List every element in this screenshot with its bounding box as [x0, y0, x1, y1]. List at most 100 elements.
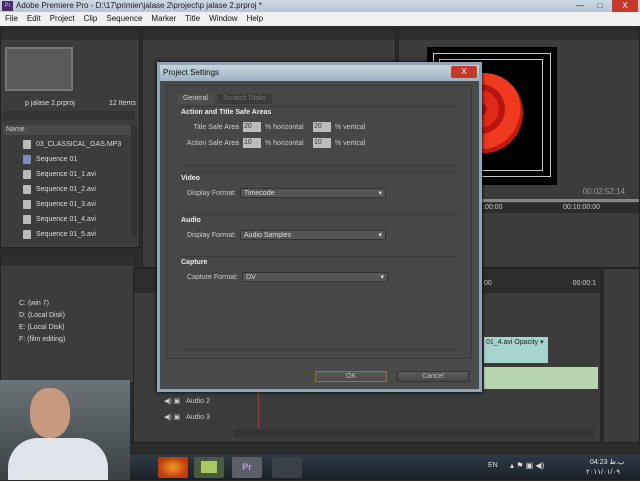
- source-tabs[interactable]: [143, 29, 395, 40]
- firefox-icon[interactable]: [158, 457, 188, 478]
- media-browser-panel: C: (win 7) D: (Local Disk) E: (Local Dis…: [0, 254, 135, 384]
- capture-format-label: Capture Format:: [187, 273, 238, 281]
- display-format-label: Display Format:: [187, 231, 237, 239]
- list-item[interactable]: Sequence 01_2.avi: [3, 182, 131, 197]
- menu-edit[interactable]: Edit: [27, 12, 41, 26]
- unit-label: % horizontal: [265, 123, 304, 131]
- camtasia-icon[interactable]: [272, 457, 302, 478]
- item-label: Sequence 01: [36, 156, 78, 163]
- menu-window[interactable]: Window: [209, 12, 237, 26]
- drive-item[interactable]: F: (film editing): [1, 334, 134, 346]
- dialog-body: General Scratch Disks Action and Title S…: [166, 85, 472, 359]
- premiere-taskbar-button[interactable]: Pr: [232, 457, 262, 478]
- list-item[interactable]: Sequence 01_3.avi: [3, 197, 131, 212]
- presenter-shirt: [8, 438, 108, 480]
- action-safe-label: Action Safe Area: [186, 139, 239, 147]
- clock-date[interactable]: ۲۰۱۱/۰۱/۰۹: [586, 468, 620, 476]
- notes-app-icon[interactable]: [194, 457, 224, 478]
- list-item[interactable]: Sequence 01_4.avi: [3, 212, 131, 227]
- group-title: Audio: [181, 217, 201, 224]
- speaker-icon[interactable]: ◀) ▣: [164, 398, 182, 405]
- timeline-scrollbar[interactable]: [234, 429, 594, 437]
- tab-scratch-disks[interactable]: Scratch Disks: [217, 94, 272, 104]
- group-title: Video: [181, 175, 200, 182]
- unit-label: % horizontal: [265, 139, 304, 147]
- name-column-header[interactable]: Name: [3, 125, 133, 135]
- menu-bar: File Edit Project Clip Sequence Marker T…: [0, 12, 640, 26]
- title-safe-horizontal-input[interactable]: 20: [243, 122, 261, 132]
- dialog-close-button[interactable]: X: [451, 66, 477, 78]
- dialog-title: Project Settings: [160, 65, 479, 81]
- track-audio-3: ◀) ▣ Audio 3: [164, 413, 210, 421]
- ruler-mid: 00:10:00:00: [563, 204, 600, 211]
- playhead[interactable]: [258, 389, 259, 429]
- ok-button[interactable]: OK: [315, 371, 387, 382]
- item-label: Sequence 01_4.avi: [36, 216, 96, 223]
- video-file-icon: [23, 230, 31, 239]
- clip-effect-menu[interactable]: Opacity ▾: [514, 339, 543, 346]
- audio-clip[interactable]: [484, 367, 598, 389]
- video-file-icon: [23, 170, 31, 179]
- item-label: 03_CLASSICAL_GAS.MP3: [36, 141, 122, 148]
- minimize-button[interactable]: —: [570, 0, 590, 12]
- title-safe-vertical-input[interactable]: 20: [313, 122, 331, 132]
- tray-icons[interactable]: ▴ ⚑ ▣ ◀): [510, 461, 544, 470]
- display-format-label: Display Format:: [187, 189, 237, 197]
- capture-group: Capture Capture Format: DV: [181, 256, 459, 350]
- unit-label: % vertical: [335, 139, 366, 147]
- project-tabs[interactable]: [1, 29, 139, 40]
- audio-group: Audio Display Format: Audio Samples: [181, 214, 459, 243]
- item-label: Sequence 01_5.avi: [36, 231, 96, 238]
- preview-thumbnail: [5, 47, 73, 91]
- action-safe-horizontal-input[interactable]: 10: [243, 138, 261, 148]
- close-button[interactable]: X: [612, 0, 638, 12]
- webcam-overlay: [0, 380, 130, 480]
- video-clip[interactable]: 01_4.avi Opacity ▾: [484, 337, 548, 363]
- program-tabs[interactable]: [399, 29, 639, 40]
- video-group: Video Display Format: Timecode: [181, 172, 459, 201]
- tab-general[interactable]: General: [177, 94, 214, 104]
- item-count: 12 Items: [109, 100, 136, 107]
- clip-name: 01_4.avi: [486, 339, 513, 346]
- video-file-icon: [23, 185, 31, 194]
- project-settings-dialog: Project Settings X General Scratch Disks…: [157, 62, 482, 392]
- action-safe-vertical-input[interactable]: 10: [313, 138, 331, 148]
- menu-title[interactable]: Title: [185, 12, 200, 26]
- track-label: Audio 2: [186, 398, 210, 405]
- audio-display-format-select[interactable]: Audio Samples: [240, 230, 387, 240]
- cancel-button[interactable]: Cancel: [397, 371, 469, 382]
- language-indicator[interactable]: EN: [488, 462, 498, 469]
- drive-item[interactable]: D: (Local Disk): [1, 310, 134, 322]
- search-bar[interactable]: [3, 111, 135, 120]
- item-label: Sequence 01_3.avi: [36, 201, 96, 208]
- list-item[interactable]: Sequence 01_1.avi: [3, 167, 131, 182]
- menu-file[interactable]: File: [5, 12, 18, 26]
- media-tabs[interactable]: [1, 255, 134, 266]
- clock-time[interactable]: 04:23 ب.ظ: [590, 458, 624, 466]
- list-item[interactable]: 03_CLASSICAL_GAS.MP3: [3, 137, 131, 152]
- sequence-icon: [23, 155, 31, 164]
- audio-file-icon: [23, 140, 31, 149]
- group-title: Action and Title Safe Areas: [181, 109, 272, 116]
- unit-label: % vertical: [335, 123, 366, 131]
- menu-project[interactable]: Project: [50, 12, 75, 26]
- capture-format-select[interactable]: DV: [241, 272, 388, 282]
- drive-item[interactable]: C: (win 7): [1, 298, 134, 310]
- maximize-button[interactable]: □: [590, 0, 610, 12]
- drive-item[interactable]: E: (Local Disk): [1, 322, 134, 334]
- menu-help[interactable]: Help: [247, 12, 263, 26]
- drive-list: C: (win 7) D: (Local Disk) E: (Local Dis…: [1, 298, 134, 346]
- list-item[interactable]: Sequence 01: [3, 152, 131, 167]
- video-display-format-select[interactable]: Timecode: [240, 188, 387, 198]
- menu-marker[interactable]: Marker: [151, 12, 176, 26]
- program-timecode: 00:02:52:14: [582, 187, 625, 196]
- project-scrollbar[interactable]: [131, 125, 137, 237]
- safe-areas-group: Action and Title Safe Areas Title Safe A…: [181, 106, 459, 166]
- list-item[interactable]: Sequence 01_5.avi: [3, 227, 131, 242]
- speaker-icon[interactable]: ◀) ▣: [164, 414, 182, 421]
- menu-clip[interactable]: Clip: [84, 12, 98, 26]
- window-title: Adobe Premiere Pro - D:\17\primier\jalas…: [16, 1, 262, 10]
- menu-sequence[interactable]: Sequence: [106, 12, 142, 26]
- track-label: Audio 3: [186, 414, 210, 421]
- audio-meters: [603, 268, 640, 443]
